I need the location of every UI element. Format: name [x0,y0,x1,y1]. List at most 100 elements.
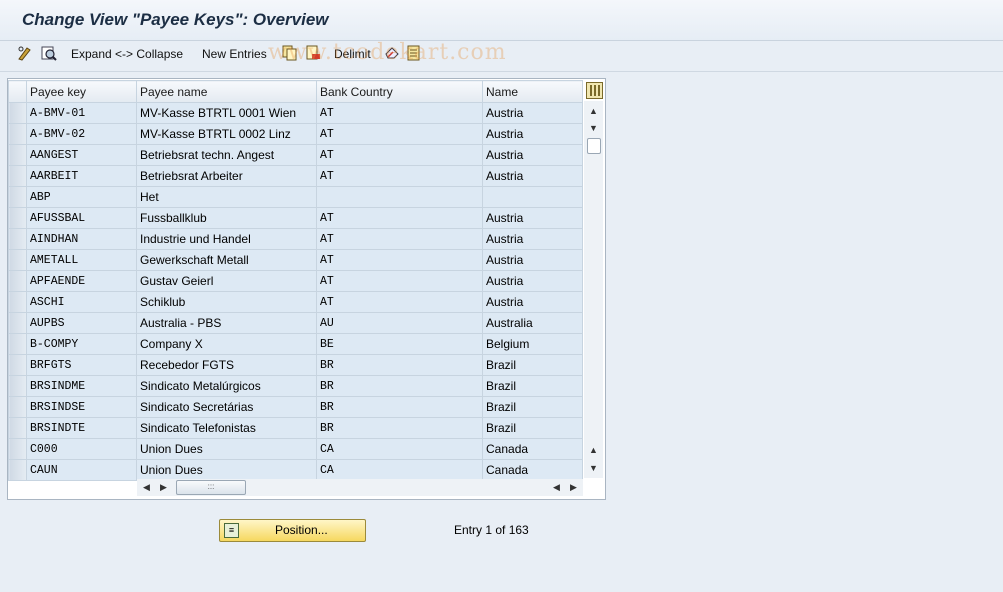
payee-name-cell[interactable]: Recebedor FGTS [136,354,317,376]
bank-country-cell[interactable]: BR [316,417,483,439]
bank-country-cell[interactable]: AT [316,102,483,124]
bank-country-cell[interactable]: BR [316,396,483,418]
row-selector[interactable] [8,144,27,166]
table-row[interactable]: ASCHI Schiklub AT Austria [8,291,583,313]
column-header-name[interactable]: Name [482,80,583,103]
payee-name-cell[interactable]: MV-Kasse BTRTL 0002 Linz [136,123,317,145]
payee-name-cell[interactable]: Betriebsrat techn. Angest [136,144,317,166]
table-row[interactable]: BRSINDTE Sindicato Telefonistas BR Brazil [8,417,583,439]
table-row[interactable]: AINDHAN Industrie und Handel AT Austria [8,228,583,250]
payee-name-cell[interactable]: Company X [136,333,317,355]
bank-country-cell[interactable]: CA [316,459,483,481]
new-entries-button[interactable]: New Entries [202,47,267,61]
bank-country-cell[interactable]: AT [316,165,483,187]
row-selector[interactable] [8,375,27,397]
scroll-right-icon[interactable]: ▶ [565,479,582,495]
row-selector[interactable] [8,291,27,313]
row-selector[interactable] [8,228,27,250]
table-row[interactable]: B-COMPY Company X BE Belgium [8,333,583,355]
row-selector[interactable] [8,249,27,271]
table-row[interactable]: AANGEST Betriebsrat techn. Angest AT Austri… [8,144,583,166]
payee-name-cell[interactable]: Union Dues [136,459,317,481]
table-row[interactable]: BRFGTS Recebedor FGTS BR Brazil [8,354,583,376]
payee-name-cell[interactable]: Betriebsrat Arbeiter [136,165,317,187]
payee-key-cell[interactable]: B-COMPY [26,333,137,355]
select-all-rows-button[interactable] [8,80,27,103]
payee-key-cell[interactable]: CAUN [26,459,137,481]
column-header-payee-key[interactable]: Payee key [26,80,137,103]
table-row[interactable]: A-BMV-01 MV-Kasse BTRTL 0001 Wien AT Austri… [8,102,583,124]
payee-key-cell[interactable]: A-BMV-01 [26,102,137,124]
payee-name-cell[interactable]: Gewerkschaft Metall [136,249,317,271]
bank-country-cell[interactable] [316,186,483,208]
row-selector[interactable] [8,396,27,418]
edit-glasses-icon[interactable] [16,44,34,62]
table-row[interactable]: A-BMV-02 MV-Kasse BTRTL 0002 Linz AT Austri… [8,123,583,145]
bank-country-cell[interactable]: BE [316,333,483,355]
column-header-payee-name[interactable]: Payee name [136,80,317,103]
bank-country-cell[interactable]: AU [316,312,483,334]
page-down-icon[interactable]: ▼ [585,120,602,136]
table-row[interactable]: BRSINDME Sindicato Metalúrgicos BR Brazil [8,375,583,397]
payee-key-cell[interactable]: BRSINDME [26,375,137,397]
bank-country-cell[interactable]: BR [316,375,483,397]
bank-country-cell[interactable]: CA [316,438,483,460]
row-selector[interactable] [8,186,27,208]
table-row[interactable]: BRSINDSE Sindicato Secretárias BR Brazil [8,396,583,418]
payee-key-cell[interactable]: AARBEIT [26,165,137,187]
payee-key-cell[interactable]: C000 [26,438,137,460]
page-left-icon[interactable]: ◀ [548,479,565,495]
bank-country-cell[interactable]: AT [316,270,483,292]
payee-name-cell[interactable]: Sindicato Metalúrgicos [136,375,317,397]
bank-country-cell[interactable]: AT [316,291,483,313]
bank-country-cell[interactable]: AT [316,228,483,250]
row-selector[interactable] [8,459,27,481]
payee-name-cell[interactable]: Union Dues [136,438,317,460]
payee-name-cell[interactable]: Het [136,186,317,208]
column-header-bank-country[interactable]: Bank Country [316,80,483,103]
payee-name-cell[interactable]: Australia - PBS [136,312,317,334]
scroll-left-icon[interactable]: ◀ [138,479,155,495]
table-row[interactable]: APFAENDE Gustav Geierl AT Austria [8,270,583,292]
payee-name-cell[interactable]: Gustav Geierl [136,270,317,292]
bank-country-cell[interactable]: AT [316,207,483,229]
payee-key-cell[interactable]: AINDHAN [26,228,137,250]
table-row[interactable]: ABP Het [8,186,583,208]
payee-name-cell[interactable]: Schiklub [136,291,317,313]
payee-key-cell[interactable]: APFAENDE [26,270,137,292]
position-button[interactable]: ≡ Position... [219,519,366,542]
bank-country-cell[interactable]: AT [316,249,483,271]
payee-name-cell[interactable]: Fussballklub [136,207,317,229]
scroll-down-icon[interactable]: ▼ [585,460,602,476]
row-selector[interactable] [8,102,27,124]
row-selector[interactable] [8,354,27,376]
row-selector[interactable] [8,312,27,334]
payee-key-cell[interactable]: BRSINDTE [26,417,137,439]
payee-name-cell[interactable]: MV-Kasse BTRTL 0001 Wien [136,102,317,124]
payee-key-cell[interactable]: AUPBS [26,312,137,334]
payee-name-cell[interactable]: Sindicato Telefonistas [136,417,317,439]
page-right-icon[interactable]: ▶ [155,479,172,495]
row-selector[interactable] [8,438,27,460]
row-selector[interactable] [8,123,27,145]
expand-collapse-button[interactable]: Expand <-> Collapse [71,47,183,61]
payee-key-cell[interactable]: ABP [26,186,137,208]
table-row[interactable]: C000 Union Dues CA Canada [8,438,583,460]
payee-key-cell[interactable]: A-BMV-02 [26,123,137,145]
payee-key-cell[interactable]: AMETALL [26,249,137,271]
bank-country-cell[interactable]: AT [316,123,483,145]
table-row[interactable]: AMETALL Gewerkschaft Metall AT Austria [8,249,583,271]
payee-name-cell[interactable]: Industrie und Handel [136,228,317,250]
table-row[interactable]: AFUSSBAL Fussballklub AT Austria [8,207,583,229]
page-up-icon[interactable]: ▲ [585,442,602,458]
payee-key-cell[interactable]: AFUSSBAL [26,207,137,229]
payee-key-cell[interactable]: AANGEST [26,144,137,166]
row-selector[interactable] [8,165,27,187]
row-selector[interactable] [8,270,27,292]
payee-key-cell[interactable]: BRSINDSE [26,396,137,418]
row-selector[interactable] [8,417,27,439]
payee-key-cell[interactable]: BRFGTS [26,354,137,376]
vertical-scrollbar[interactable] [584,101,603,478]
payee-name-cell[interactable]: Sindicato Secretárias [136,396,317,418]
row-selector[interactable] [8,207,27,229]
